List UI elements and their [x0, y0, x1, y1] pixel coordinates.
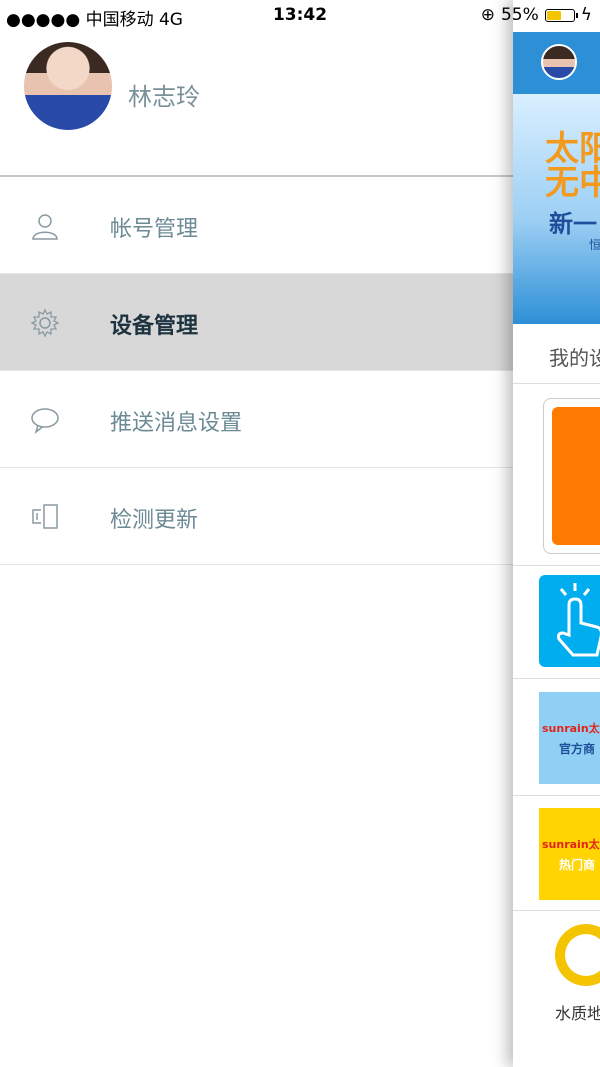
- banner-headline: 太阳 无中: [545, 129, 600, 203]
- device-card[interactable]: [543, 398, 600, 554]
- battery-percent: 55%: [500, 5, 539, 25]
- official-store-tile[interactable]: sunrain太 官方商: [539, 692, 600, 784]
- main-content-peek[interactable]: 太阳 无中 新一 恒 我的设 sunrain太 官方商 sunrain太 热门商…: [513, 0, 600, 1067]
- water-quality-map-label: 水质地: [555, 1004, 600, 1023]
- main-avatar[interactable]: [541, 44, 577, 80]
- battery-icon: [544, 8, 578, 22]
- tap-hand-tile[interactable]: [539, 575, 600, 667]
- section-title: 我的设: [549, 346, 600, 370]
- hot-store-label: 热门商: [559, 858, 596, 872]
- divider: [513, 795, 600, 796]
- divider: [513, 565, 600, 566]
- status-right: ⊕ 55% ϟ: [481, 5, 592, 25]
- promo-banner[interactable]: 太阳 无中 新一 恒: [513, 94, 600, 324]
- menu-item-push-settings[interactable]: 推送消息设置: [0, 371, 513, 468]
- drawer-menu: 帐号管理 设备管理 推送消息设置 检测更新: [0, 177, 513, 565]
- official-store-label: 官方商: [559, 742, 596, 756]
- banner-subline: 新一: [549, 210, 597, 238]
- battery-fill: [546, 10, 561, 20]
- menu-label-check-update: 检测更新: [110, 508, 199, 533]
- divider: [513, 678, 600, 679]
- menu-item-device[interactable]: 设备管理: [0, 274, 513, 371]
- globe-icon[interactable]: [555, 924, 600, 986]
- status-bar: ●●●●● 中国移动 4G 13:42 ⊕ 55% ϟ: [0, 0, 600, 32]
- profile-header[interactable]: 林志玲: [0, 32, 513, 175]
- menu-label-account: 帐号管理: [110, 217, 199, 242]
- menu-item-check-update[interactable]: 检测更新: [0, 468, 513, 565]
- devices-icon: [32, 504, 58, 529]
- sunrain-logo: sunrain太: [542, 722, 600, 735]
- tap-hand-icon: [557, 583, 600, 657]
- user-icon: [32, 214, 58, 240]
- banner-small-text: 恒: [589, 238, 600, 252]
- chat-bubble-icon: [31, 408, 59, 435]
- divider: [513, 910, 600, 911]
- avatar[interactable]: [24, 42, 112, 130]
- menu-item-account[interactable]: 帐号管理: [0, 177, 513, 274]
- rotation-lock-icon: ⊕: [480, 5, 495, 25]
- charging-icon: ϟ: [580, 5, 592, 25]
- sunrain-logo: sunrain太: [542, 838, 600, 851]
- profile-name: 林志玲: [128, 83, 200, 111]
- side-drawer: 林志玲 帐号管理 设备管理 推送消息设置 检测更新: [0, 0, 513, 1067]
- gear-icon: [30, 308, 60, 338]
- menu-label-device: 设备管理: [110, 314, 199, 339]
- menu-label-push-settings: 推送消息设置: [110, 411, 243, 436]
- hot-store-tile[interactable]: sunrain太 热门商: [539, 808, 600, 900]
- divider: [513, 383, 600, 384]
- main-header: [513, 32, 600, 94]
- device-card-image: [552, 407, 600, 545]
